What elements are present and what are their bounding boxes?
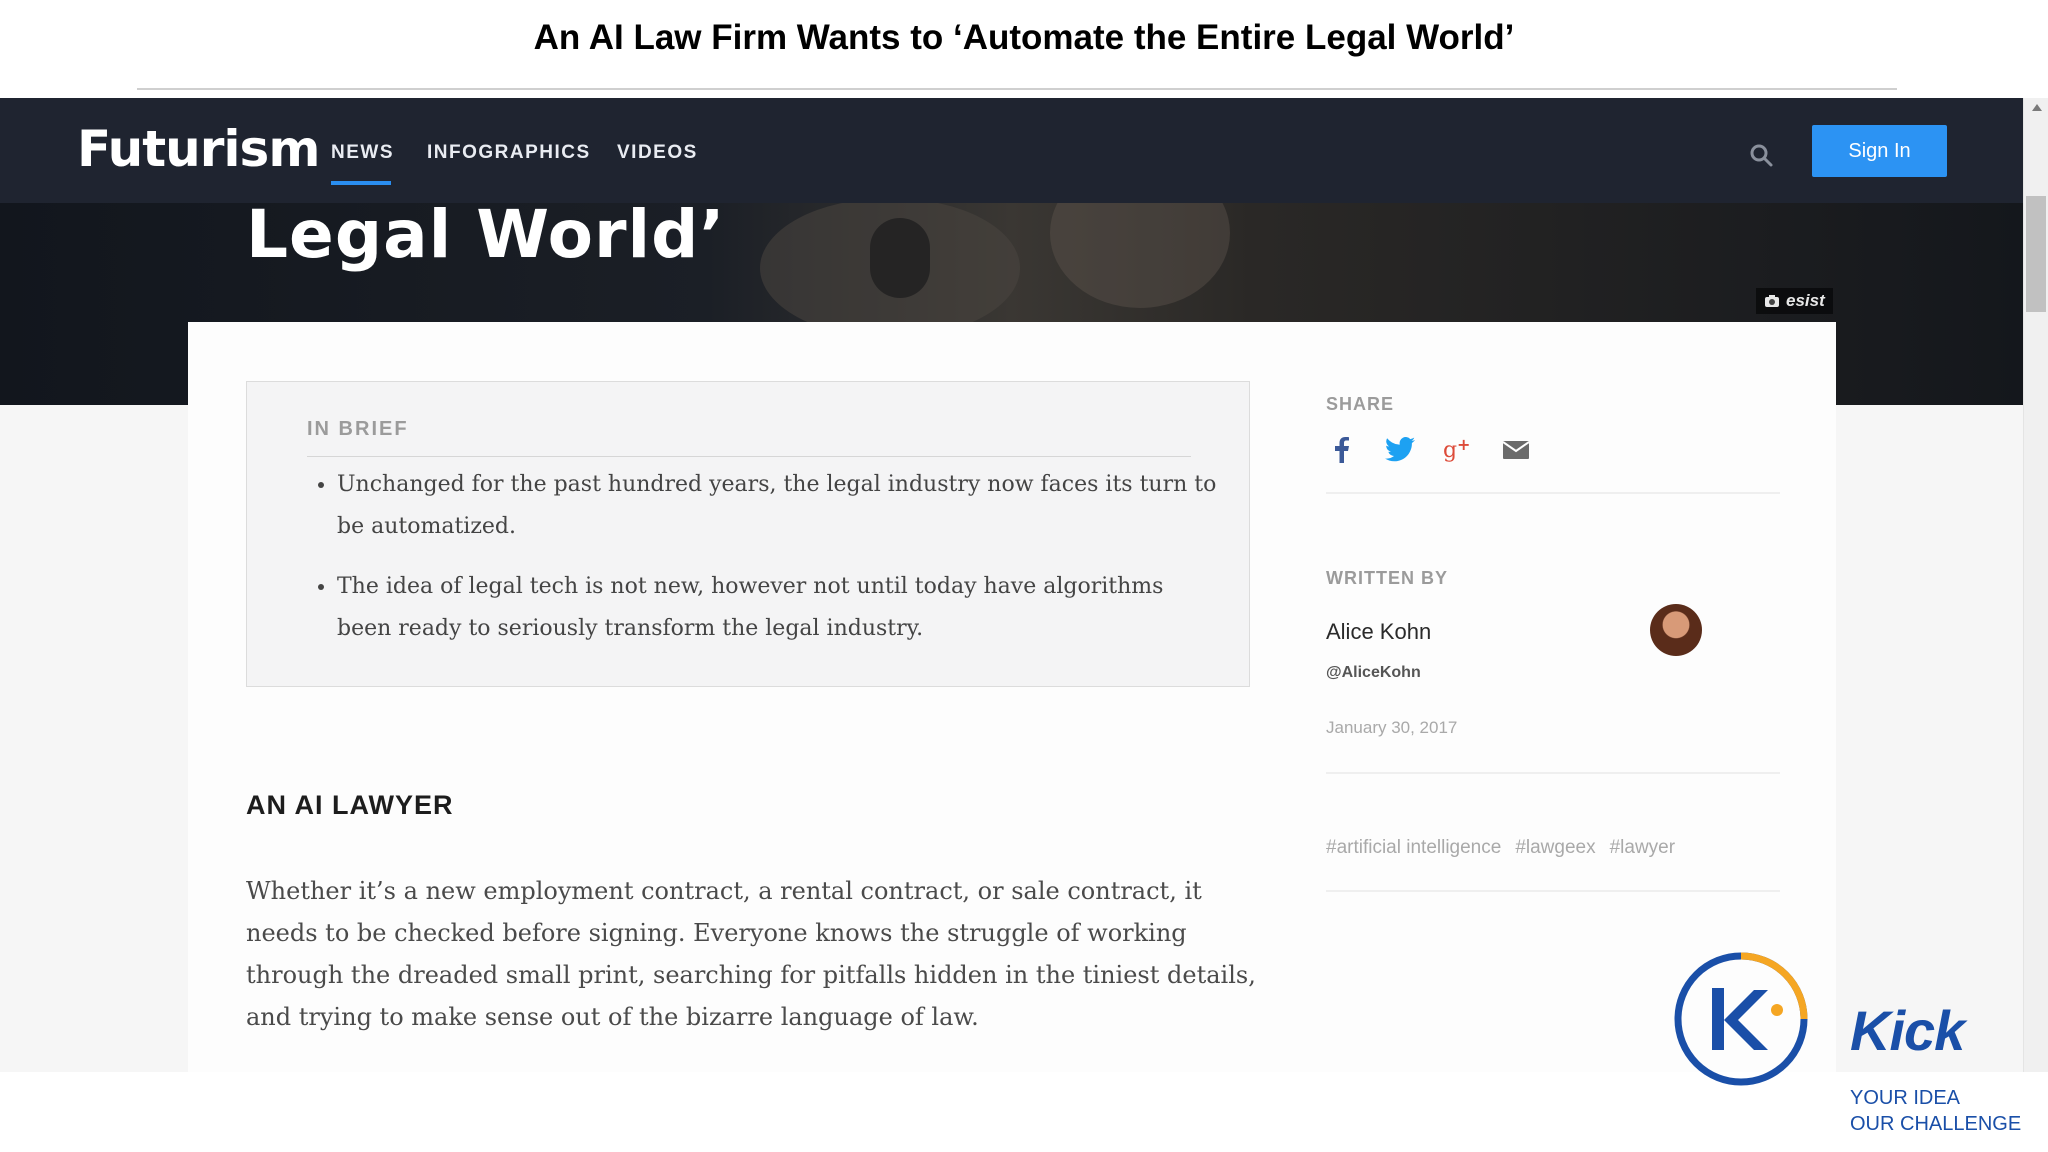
svg-text:g: g bbox=[1443, 438, 1457, 463]
share-label: SHARE bbox=[1326, 394, 1395, 414]
in-brief-label: IN BRIEF bbox=[307, 418, 409, 440]
twitter-icon[interactable] bbox=[1384, 434, 1416, 466]
in-brief-box: IN BRIEF Unchanged for the past hundred … bbox=[246, 381, 1250, 687]
scroll-up-arrow-icon[interactable] bbox=[2032, 104, 2042, 111]
sidebar-divider bbox=[1326, 772, 1780, 774]
slide-title-divider bbox=[137, 88, 1897, 90]
author-name[interactable]: Alice Kohn bbox=[1326, 619, 1431, 645]
tag-link[interactable]: #lawgeex bbox=[1515, 837, 1595, 859]
site-header: Futurism NEWS INFOGRAPHICS VIDEOS Sign I… bbox=[0, 98, 2023, 203]
tag-link[interactable]: #artificial intelligence bbox=[1326, 837, 1501, 859]
article-card: IN BRIEF Unchanged for the past hundred … bbox=[188, 322, 1836, 1072]
kick-tagline: OUR CHALLENGE bbox=[1850, 1113, 2022, 1135]
sidebar-divider bbox=[1326, 492, 1780, 494]
facebook-icon[interactable] bbox=[1326, 434, 1358, 466]
share-icons: g + bbox=[1326, 434, 1532, 466]
avatar[interactable] bbox=[1650, 604, 1702, 656]
nav-item-videos[interactable]: VIDEOS bbox=[617, 142, 698, 164]
kick-wordmark: Kick bbox=[1850, 999, 1965, 1062]
email-icon[interactable] bbox=[1500, 434, 1532, 466]
svg-text:+: + bbox=[1457, 437, 1470, 454]
futurism-logo[interactable]: Futurism bbox=[77, 120, 320, 178]
scrollbar[interactable] bbox=[2023, 98, 2048, 1072]
tag-link[interactable]: #lawyer bbox=[1610, 837, 1675, 859]
kick-tagline: YOUR IDEA bbox=[1850, 1087, 1961, 1109]
nav-item-news[interactable]: NEWS bbox=[331, 142, 394, 164]
sign-in-button[interactable]: Sign In bbox=[1812, 125, 1947, 177]
author-handle[interactable]: @AliceKohn bbox=[1326, 664, 1421, 682]
in-brief-list: Unchanged for the past hundred years, th… bbox=[307, 464, 1217, 668]
hero-image-shape bbox=[870, 218, 930, 298]
publish-date: January 30, 2017 bbox=[1326, 718, 1458, 737]
nav-item-infographics[interactable]: INFOGRAPHICS bbox=[427, 142, 591, 164]
google-plus-icon[interactable]: g + bbox=[1442, 434, 1474, 466]
slide-title: An AI Law Firm Wants to ‘Automate the En… bbox=[533, 18, 1515, 57]
section-heading: AN AI LAWYER bbox=[246, 790, 454, 820]
tag-list: #artificial intelligence #lawgeex #lawye… bbox=[1326, 837, 1675, 859]
browser-screenshot: Legal World’ esist Futurism NEWS INFOGRA… bbox=[0, 98, 2048, 1072]
scrollbar-thumb[interactable] bbox=[2026, 196, 2046, 312]
hero-title: Legal World’ bbox=[246, 196, 726, 273]
camera-icon bbox=[1765, 295, 1779, 307]
in-brief-bullet: The idea of legal tech is not new, howev… bbox=[337, 566, 1217, 650]
photo-credit: esist bbox=[1756, 288, 1833, 314]
article-paragraph: Whether it’s a new employment contract, … bbox=[246, 877, 1256, 1031]
active-tab-indicator bbox=[331, 181, 391, 185]
kick-logo-mark bbox=[1674, 952, 1808, 1086]
search-icon[interactable] bbox=[1748, 142, 1774, 168]
photo-credit-text: esist bbox=[1786, 291, 1825, 310]
written-by-label: WRITTEN BY bbox=[1326, 568, 1448, 588]
sidebar-divider bbox=[1326, 890, 1780, 892]
in-brief-divider bbox=[307, 456, 1191, 457]
in-brief-bullet: Unchanged for the past hundred years, th… bbox=[337, 464, 1217, 548]
